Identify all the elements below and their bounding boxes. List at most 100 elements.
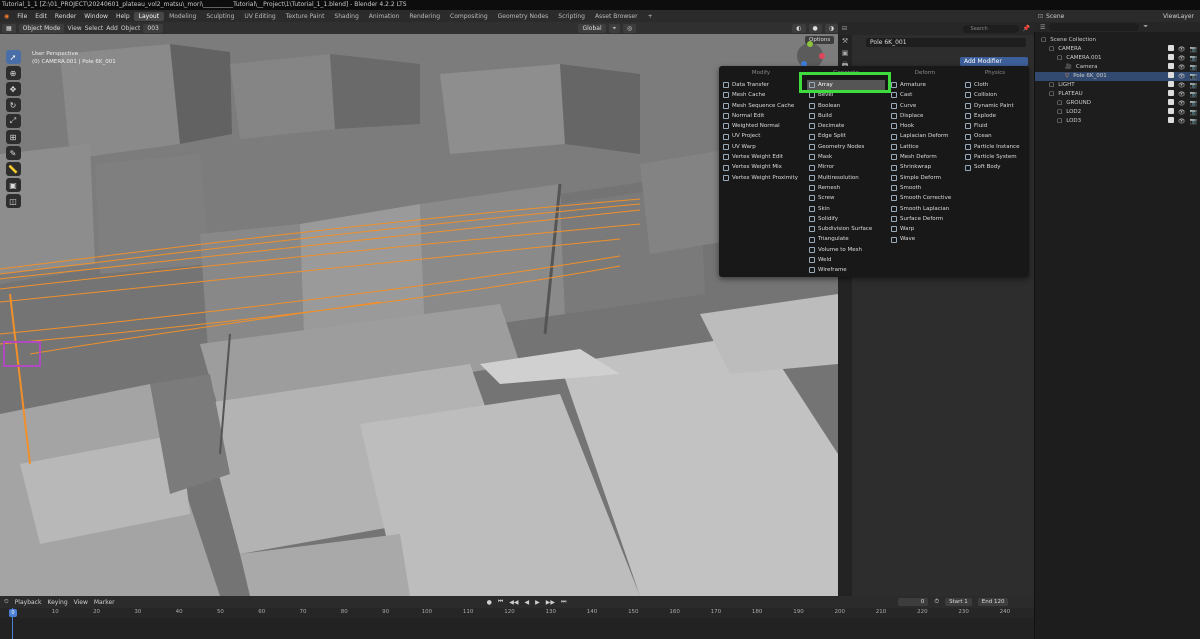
menu-view[interactable]: View bbox=[74, 599, 88, 606]
scene-icon[interactable]: ⊡ bbox=[1038, 13, 1043, 20]
modifier-item[interactable]: Mesh Cache bbox=[721, 90, 801, 100]
tab-geometry-nodes[interactable]: Geometry Nodes bbox=[493, 12, 554, 21]
modifier-item[interactable]: Solidify bbox=[807, 214, 885, 224]
modifier-item[interactable]: Build bbox=[807, 111, 885, 121]
outliner-row[interactable]: ▢ Scene Collection bbox=[1035, 36, 1200, 45]
shading-material-icon[interactable]: ◑ bbox=[824, 23, 838, 33]
add-workspace-icon[interactable]: + bbox=[643, 12, 658, 21]
tab-texture-paint[interactable]: Texture Paint bbox=[281, 12, 330, 21]
modifier-item[interactable]: Fluid bbox=[963, 121, 1027, 131]
proportional-edit-icon[interactable]: ◎ bbox=[623, 23, 637, 33]
object-name-field[interactable]: Pole 6K_001 bbox=[866, 38, 1026, 47]
shading-solid-icon[interactable]: ● bbox=[808, 23, 822, 33]
modifier-item[interactable]: Shrinkwrap bbox=[889, 162, 961, 172]
outliner-row[interactable]: ▢ LIGHT 👁 📷 bbox=[1035, 81, 1200, 90]
outliner-row[interactable]: ▢ CAMERA.001 👁 📷 bbox=[1035, 54, 1200, 63]
modifier-item[interactable]: Mask bbox=[807, 152, 885, 162]
modifier-item[interactable]: Smooth Laplacian bbox=[889, 204, 961, 214]
modifier-item[interactable]: Vertex Weight Edit bbox=[721, 152, 801, 162]
modifier-item[interactable]: Dynamic Paint bbox=[963, 101, 1027, 111]
modifier-item[interactable]: Smooth Corrective bbox=[889, 193, 961, 203]
transform-orientation-dropdown[interactable]: Global bbox=[578, 23, 606, 33]
modifier-item[interactable]: Curve bbox=[889, 101, 961, 111]
render-visibility-icon[interactable]: 📷 bbox=[1190, 99, 1197, 108]
render-visibility-icon[interactable]: 📷 bbox=[1190, 63, 1197, 72]
modifier-item[interactable]: Ocean bbox=[963, 131, 1027, 141]
modifier-item[interactable]: Screw bbox=[807, 193, 885, 203]
render-visibility-icon[interactable]: 📷 bbox=[1190, 90, 1197, 99]
eye-icon[interactable]: 👁 bbox=[1178, 45, 1186, 54]
render-tab-icon[interactable]: ▣ bbox=[842, 49, 849, 57]
scale-tool-icon[interactable]: ⤢ bbox=[5, 114, 21, 128]
modifier-item[interactable]: Boolean bbox=[807, 101, 885, 111]
scene-selector[interactable]: Scene bbox=[1046, 13, 1064, 20]
menu-object[interactable]: Object bbox=[121, 25, 141, 32]
frame-ruler[interactable]: 0 10 20 30 40 50 60 70 80 90 100 110 120 130 140 150 160… bbox=[0, 608, 1034, 618]
3d-viewport[interactable] bbox=[0, 34, 838, 596]
exclude-checkbox[interactable] bbox=[1167, 99, 1174, 105]
filter-icon[interactable]: ⏷ bbox=[1143, 23, 1148, 31]
exclude-checkbox[interactable] bbox=[1167, 117, 1174, 123]
modifier-item[interactable]: Decimate bbox=[807, 121, 885, 131]
menu-window[interactable]: Window bbox=[80, 13, 112, 20]
outliner-row[interactable]: ▢ GROUND 👁 📷 bbox=[1035, 99, 1200, 108]
modifier-item[interactable]: Warp bbox=[889, 224, 961, 234]
pin-icon[interactable]: 📌 bbox=[1023, 25, 1034, 32]
add-object-tool-icon[interactable]: ◫ bbox=[5, 194, 21, 208]
annotate-tool-icon[interactable]: ✎ bbox=[5, 146, 21, 160]
modifier-item[interactable]: Normal Edit bbox=[721, 111, 801, 121]
modifier-item[interactable]: Weighted Normal bbox=[721, 121, 801, 131]
render-visibility-icon[interactable]: 📷 bbox=[1190, 45, 1197, 54]
snap-icon[interactable]: ⌖ bbox=[608, 23, 620, 33]
display-mode-icon[interactable]: ☰ bbox=[1040, 24, 1045, 31]
modifier-item[interactable]: UV Project bbox=[721, 131, 801, 141]
add-cube-tool-icon[interactable]: ▣ bbox=[5, 178, 21, 192]
modifier-item[interactable]: Vertex Weight Mix bbox=[721, 162, 801, 172]
modifier-item[interactable]: Laplacian Deform bbox=[889, 131, 961, 141]
eye-icon[interactable]: 👁 bbox=[1178, 90, 1186, 99]
outliner-row[interactable]: ▢ PLATEAU 👁 📷 bbox=[1035, 90, 1200, 99]
modifier-item[interactable]: Smooth bbox=[889, 183, 961, 193]
menu-view[interactable]: View bbox=[67, 25, 81, 32]
blender-logo-icon[interactable]: ◉ bbox=[0, 13, 13, 20]
menu-add[interactable]: Add bbox=[106, 25, 118, 32]
modifier-item[interactable]: Cast bbox=[889, 90, 961, 100]
modifier-item[interactable]: Mesh Sequence Cache bbox=[721, 101, 801, 111]
step-back-icon[interactable]: ◀◀ bbox=[509, 599, 518, 606]
modifier-item[interactable]: Vertex Weight Proximity bbox=[721, 173, 801, 183]
add-modifier-button[interactable]: Add Modifier bbox=[960, 57, 1028, 66]
modifier-item[interactable]: Remesh bbox=[807, 183, 885, 193]
outliner-row[interactable]: 🎥 Camera 👁 📷 bbox=[1035, 63, 1200, 72]
tab-modeling[interactable]: Modeling bbox=[164, 12, 201, 21]
jump-end-icon[interactable]: ⏭ bbox=[561, 598, 566, 606]
modifier-item[interactable]: Data Transfer bbox=[721, 80, 801, 90]
viewlayer-selector[interactable]: ViewLayer bbox=[1163, 13, 1200, 20]
eye-icon[interactable]: 👁 bbox=[1178, 108, 1186, 117]
outliner-row[interactable]: ▽ Pole 6K_001 👁 📷 bbox=[1035, 72, 1200, 81]
tool-tab-icon[interactable]: ⚒ bbox=[842, 37, 848, 45]
modifier-item[interactable]: Subdivision Surface bbox=[807, 224, 885, 234]
tab-rendering[interactable]: Rendering bbox=[404, 12, 445, 21]
render-visibility-icon[interactable]: 📷 bbox=[1190, 72, 1197, 81]
eye-icon[interactable]: 👁 bbox=[1178, 72, 1186, 81]
modifier-item[interactable]: UV Warp bbox=[721, 142, 801, 152]
exclude-checkbox[interactable] bbox=[1167, 72, 1174, 78]
modifier-item[interactable]: Skin bbox=[807, 204, 885, 214]
outliner-search[interactable] bbox=[1049, 23, 1140, 31]
tab-animation[interactable]: Animation bbox=[364, 12, 405, 21]
properties-editor-icon[interactable]: ⊟ bbox=[842, 25, 847, 32]
eye-icon[interactable]: 👁 bbox=[1178, 81, 1186, 90]
modifier-item[interactable]: Multiresolution bbox=[807, 173, 885, 183]
modifier-item[interactable]: Mesh Deform bbox=[889, 152, 961, 162]
modifier-item[interactable]: Wireframe bbox=[807, 265, 885, 275]
tab-layout[interactable]: Layout bbox=[133, 11, 165, 21]
exclude-checkbox[interactable] bbox=[1167, 45, 1174, 51]
tab-sculpting[interactable]: Sculpting bbox=[201, 12, 239, 21]
exclude-checkbox[interactable] bbox=[1167, 81, 1174, 87]
outliner-row[interactable]: ▢ LOD3 👁 📷 bbox=[1035, 117, 1200, 126]
mode-dropdown[interactable]: Object Mode bbox=[18, 23, 65, 33]
play-icon[interactable]: ▶ bbox=[535, 599, 540, 606]
modifier-item[interactable]: Lattice bbox=[889, 142, 961, 152]
modifier-item[interactable]: Wave bbox=[889, 234, 961, 244]
modifier-item[interactable]: Explode bbox=[963, 111, 1027, 121]
